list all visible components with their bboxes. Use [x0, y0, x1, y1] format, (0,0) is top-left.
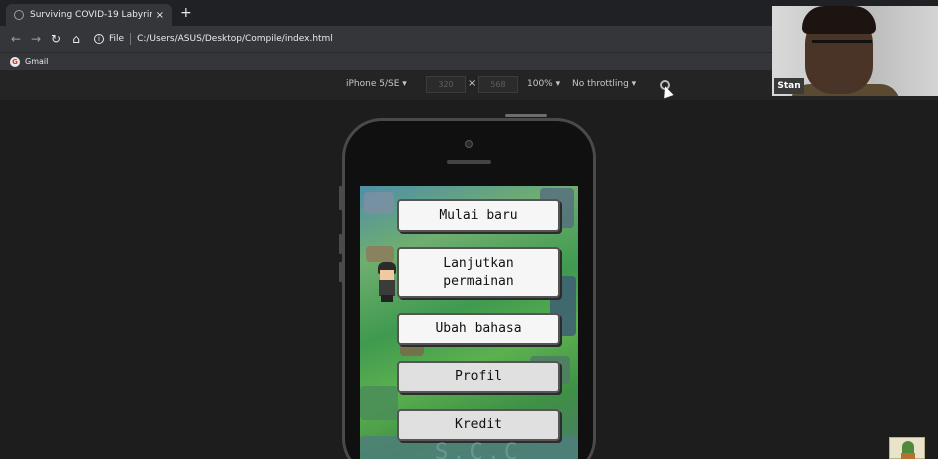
dimension-times: × — [468, 78, 477, 89]
change-language-button[interactable]: Ubah bahasa — [397, 313, 560, 345]
phone-speaker — [447, 160, 491, 164]
new-tab-button[interactable]: + — [180, 5, 192, 21]
tab-title: Surviving COVID-19 Labyrinth — [30, 10, 152, 20]
new-game-label: Mulai baru — [439, 207, 518, 223]
webcam-name-label: Stan — [774, 78, 804, 94]
zoom-select[interactable]: 100% ▾ — [527, 79, 560, 89]
character-sprite — [376, 262, 398, 302]
height-input[interactable]: 568 — [478, 76, 518, 93]
credits-label: Kredit — [455, 417, 502, 432]
phone-camera — [465, 140, 473, 148]
tab-close-icon[interactable]: × — [156, 10, 164, 21]
url-divider — [130, 33, 132, 45]
device-select[interactable]: iPhone 5/SE ▾ — [346, 79, 407, 89]
continue-game-button[interactable]: Lanjutkan permainan — [397, 247, 560, 298]
home-icon[interactable]: ⌂ — [66, 32, 86, 46]
reload-icon[interactable]: ↻ — [46, 32, 66, 46]
scenery-tile — [364, 192, 394, 214]
info-icon[interactable]: i — [94, 34, 104, 44]
url-text[interactable]: C:/Users/ASUS/Desktop/Compile/index.html — [137, 34, 333, 44]
continue-label-line2: permainan — [443, 273, 514, 289]
profile-button[interactable]: Profil — [397, 361, 560, 393]
address-bar[interactable]: i File C:/Users/ASUS/Desktop/Compile/ind… — [94, 29, 333, 49]
profile-label: Profil — [455, 369, 502, 384]
change-language-label: Ubah bahasa — [435, 321, 522, 336]
tab-favicon-icon — [14, 10, 24, 20]
forward-icon[interactable]: → — [26, 32, 46, 46]
new-game-button[interactable]: Mulai baru — [397, 199, 560, 232]
scenery-tile — [366, 246, 394, 262]
throttling-select[interactable]: No throttling ▾ — [572, 79, 636, 89]
game-footer-logo: S.C.C — [435, 440, 522, 459]
continue-label-line1: Lanjutkan — [443, 255, 514, 271]
gmail-icon: G — [10, 56, 20, 67]
width-input[interactable]: 320 — [426, 76, 466, 93]
back-icon[interactable]: ← — [6, 32, 26, 46]
bookmark-gmail[interactable]: Gmail — [25, 57, 48, 66]
resize-handle[interactable] — [505, 114, 547, 117]
browser-tab[interactable]: Surviving COVID-19 Labyrinth × — [6, 4, 172, 26]
scenery-tile — [360, 386, 398, 420]
file-scheme-label: File — [109, 34, 125, 44]
plant-logo-icon — [889, 437, 925, 459]
credits-button[interactable]: Kredit — [397, 409, 560, 441]
